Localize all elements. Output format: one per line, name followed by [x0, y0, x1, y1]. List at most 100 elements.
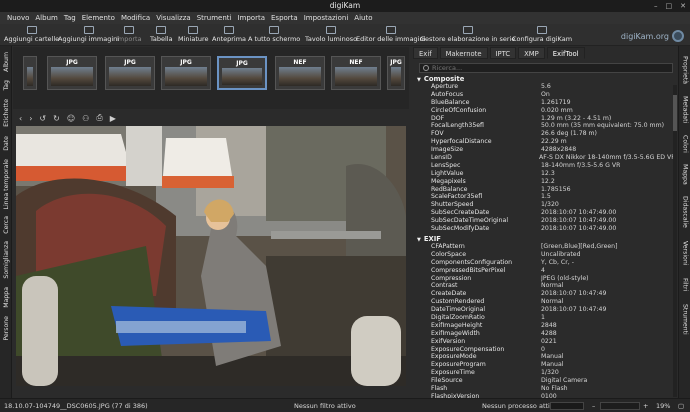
metadata-row[interactable]: DigitalZoomRatio 1: [431, 314, 673, 322]
metadata-row[interactable]: FOV 26.6 deg (1.78 m): [431, 130, 673, 138]
metadata-row[interactable]: ExposureCompensation 0: [431, 346, 673, 354]
zoom-in-icon[interactable]: +: [643, 402, 648, 410]
thumbnail[interactable]: JPG: [161, 56, 211, 90]
metadata-row[interactable]: DateTimeOriginal 2018:10:07 10:47:49: [431, 306, 673, 314]
metadata-row[interactable]: LightValue 12.3: [431, 170, 673, 178]
add-images-button[interactable]: Aggiungi immagini: [58, 26, 119, 44]
face-tag-icon[interactable]: ☺: [67, 114, 75, 123]
metadata-row[interactable]: ExposureProgram Manual: [431, 361, 673, 369]
metadata-row[interactable]: ShutterSpeed 1/320: [431, 201, 673, 209]
thumbnail[interactable]: NEF: [331, 56, 381, 90]
metadata-row[interactable]: SubSecCreateDate 2018:10:07 10:47:49.00: [431, 209, 673, 217]
preview-button[interactable]: Anteprima: [212, 26, 246, 44]
metadata-row[interactable]: FocalLength35efl 50.0 mm (35 mm equivalen…: [431, 122, 673, 130]
thumbnail[interactable]: JPG: [387, 56, 405, 90]
tab-exiftool[interactable]: ExifTool: [546, 47, 585, 59]
metadata-row[interactable]: Compression JPEG (old-style): [431, 275, 673, 283]
tab-mappa-right[interactable]: Mappa: [680, 160, 690, 188]
configure-button[interactable]: Configura digiKam: [512, 26, 572, 44]
metadata-row[interactable]: Flash No Flash: [431, 385, 673, 393]
menu-album[interactable]: Album: [32, 14, 60, 22]
metadata-row[interactable]: FileSource Digital Camera: [431, 377, 673, 385]
menu-visualizza[interactable]: Visualizza: [153, 14, 193, 22]
tab-mappa[interactable]: Mappa: [1, 284, 11, 310]
metadata-row[interactable]: ExifImageWidth 4288: [431, 330, 673, 338]
zoom-slider[interactable]: [600, 402, 640, 410]
tab-tag[interactable]: Tag: [1, 76, 11, 94]
table-view-button[interactable]: Tabella: [150, 26, 173, 44]
metadata-row[interactable]: SubSecModifyDate 2018:10:07 10:47:49.00: [431, 225, 673, 233]
tab-xmp[interactable]: XMP: [518, 47, 545, 59]
scrollbar-handle[interactable]: [673, 95, 677, 131]
image-editor-button[interactable]: Editor delle immagini: [356, 26, 425, 44]
metadata-row[interactable]: CustomRendered Normal: [431, 298, 673, 306]
metadata-row[interactable]: ScaleFactor35efl 1.5: [431, 193, 673, 201]
thumbnail[interactable]: JPG: [47, 56, 97, 90]
metadata-row[interactable]: LensSpec 18-140mm f/3.5-5.6 G VR: [431, 162, 673, 170]
menu-tag[interactable]: Tag: [61, 14, 79, 22]
tab-somiglianza[interactable]: Somiglianza: [1, 238, 11, 282]
close-button[interactable]: ✕: [680, 0, 686, 12]
metadata-row[interactable]: AutoFocus On: [431, 91, 673, 99]
metadata-row[interactable]: SubSecDateTimeOriginal 2018:10:07 10:47:4…: [431, 217, 673, 225]
metadata-row[interactable]: ExifImageHeight 2848: [431, 322, 673, 330]
menu-elemento[interactable]: Elemento: [79, 14, 118, 22]
zoom-fit-icon[interactable]: ▢: [678, 402, 684, 410]
back-icon[interactable]: ‹: [19, 114, 22, 123]
people-icon[interactable]: ⚇: [82, 114, 89, 123]
metadata-row[interactable]: Aperture 5.6: [431, 83, 673, 91]
add-folders-button[interactable]: Aggiungi cartelle: [4, 26, 59, 44]
tab-date[interactable]: Date: [1, 132, 11, 154]
metadata-row[interactable]: DOF 1.29 m (3.22 - 4.51 m): [431, 115, 673, 123]
metadata-row[interactable]: CFAPattern [Green,Blue][Red,Green]: [431, 243, 673, 251]
metadata-row[interactable]: Megapixels 12.2: [431, 178, 673, 186]
metadata-row[interactable]: ColorSpace Uncalibrated: [431, 251, 673, 259]
print-icon[interactable]: ⎙: [96, 113, 102, 123]
menu-strumenti[interactable]: Strumenti: [194, 14, 235, 22]
metadata-row[interactable]: ExifVersion 0221: [431, 338, 673, 346]
image-preview[interactable]: [16, 126, 406, 386]
brand-link[interactable]: digiKam.org: [621, 30, 684, 42]
metadata-row[interactable]: ImageSize 4288x2848: [431, 146, 673, 154]
metadata-row[interactable]: CompressedBitsPerPixel 4: [431, 267, 673, 275]
tab-colori[interactable]: Colori: [680, 130, 690, 158]
batch-queue-button[interactable]: Gestore elaborazione in serie: [420, 26, 515, 44]
maximize-button[interactable]: □: [666, 0, 673, 12]
zoom-out-icon[interactable]: –: [592, 402, 595, 410]
play-icon[interactable]: ▶: [110, 114, 116, 123]
menu-importa[interactable]: Importa: [234, 14, 268, 22]
menu-impostazioni[interactable]: Impostazioni: [301, 14, 352, 22]
metadata-row[interactable]: LensID AF-S DX Nikkor 18-140mm f/3.5-5.6G…: [431, 154, 673, 162]
tab-metadati[interactable]: Metadati: [680, 92, 690, 128]
light-table-button[interactable]: Tavolo luminoso: [305, 26, 357, 44]
fullscreen-button[interactable]: A tutto schermo: [248, 26, 300, 44]
search-input[interactable]: [432, 64, 652, 72]
metadata-row[interactable]: Contrast Normal: [431, 282, 673, 290]
metadata-row[interactable]: BlueBalance 1.261719: [431, 99, 673, 107]
tab-makernote[interactable]: Makernote: [439, 47, 488, 59]
tab-exif[interactable]: Exif: [413, 47, 438, 59]
minimize-button[interactable]: –: [654, 0, 658, 12]
metadata-row[interactable]: RedBalance 1.785156: [431, 186, 673, 194]
tab-proprieta[interactable]: Proprietà: [680, 50, 690, 90]
group-header-exif[interactable]: ▼ EXIF: [417, 235, 441, 243]
menu-esporta[interactable]: Esporta: [268, 14, 301, 22]
menu-aiuto[interactable]: Aiuto: [351, 14, 375, 22]
metadata-row[interactable]: CircleOfConfusion 0.020 mm: [431, 107, 673, 115]
tab-cerca[interactable]: Cerca: [1, 214, 11, 236]
menu-nuovo[interactable]: Nuovo: [4, 14, 32, 22]
menu-modifica[interactable]: Modifica: [118, 14, 153, 22]
thumbnail-selected[interactable]: JPG: [217, 56, 267, 90]
tab-linea-temporale[interactable]: Linea temporale: [1, 156, 11, 212]
metadata-row[interactable]: HyperfocalDistance 22.29 m: [431, 138, 673, 146]
thumbnails-view-button[interactable]: Miniature: [178, 26, 209, 44]
forward-icon[interactable]: ›: [29, 114, 32, 123]
import-button[interactable]: Importa: [116, 26, 142, 44]
rotate-right-icon[interactable]: ↻: [53, 114, 60, 123]
tab-versioni[interactable]: Versioni: [680, 236, 690, 270]
metadata-scrollbar[interactable]: [673, 85, 677, 397]
tab-filtri[interactable]: Filtri: [680, 272, 690, 298]
tab-strumenti[interactable]: Strumenti: [680, 300, 690, 338]
metadata-row[interactable]: ExposureMode Manual: [431, 353, 673, 361]
tab-etichette[interactable]: Etichette: [1, 96, 11, 130]
